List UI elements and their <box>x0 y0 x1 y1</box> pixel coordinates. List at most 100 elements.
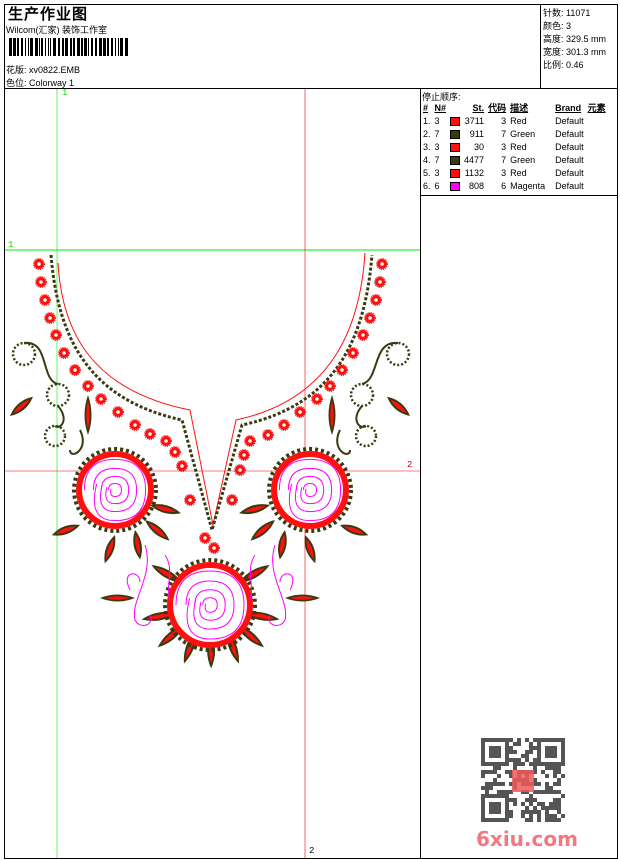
dot-center <box>188 498 192 502</box>
dot-center <box>315 397 319 401</box>
barcode-bar <box>120 38 123 56</box>
dot-center <box>351 351 355 355</box>
qr-module <box>493 762 497 766</box>
stop-row: 6. 6 808 6 Magenta Default <box>423 180 584 191</box>
leaf-motif <box>239 504 270 515</box>
barcode-bar <box>91 38 93 56</box>
qr-module <box>525 818 529 822</box>
qr-module <box>545 782 549 786</box>
barcode-bar <box>35 38 38 56</box>
qr-module <box>497 762 501 766</box>
qr-module <box>481 750 485 754</box>
guide-label-bottom-2: 2 <box>309 846 315 856</box>
barcode-bar <box>13 38 16 56</box>
leaf-motif <box>250 520 275 541</box>
qr-module <box>505 754 509 758</box>
qr-module <box>481 794 485 798</box>
col-stitches: St. <box>472 102 485 113</box>
qr-module <box>545 738 549 742</box>
qr-module <box>481 754 485 758</box>
qr-module <box>505 750 509 754</box>
qr-module <box>497 782 501 786</box>
qr-module <box>505 762 509 766</box>
qr-module <box>513 802 517 806</box>
qr-module <box>525 758 529 762</box>
qr-module <box>493 806 497 810</box>
qr-module <box>537 750 541 754</box>
qr-module <box>553 806 557 810</box>
qr-module <box>481 798 485 802</box>
qr-module <box>509 750 513 754</box>
qr-module <box>529 746 533 750</box>
qr-module <box>545 766 549 770</box>
qr-module <box>553 774 557 778</box>
qr-module <box>557 790 561 794</box>
page-title: 生产作业图 <box>8 6 89 23</box>
green-vine-loop <box>45 382 71 408</box>
qr-module <box>557 782 561 786</box>
barcode <box>9 38 128 56</box>
qr-module <box>493 770 497 774</box>
qr-module <box>485 794 489 798</box>
qr-module <box>529 742 533 746</box>
qr-module <box>557 802 561 806</box>
qr-module <box>501 738 505 742</box>
qr-module <box>545 750 549 754</box>
qr-module <box>557 738 561 742</box>
qr-module <box>489 750 493 754</box>
qr-module <box>553 738 557 742</box>
dot-center <box>266 433 270 437</box>
design-label: 花版: <box>6 65 27 75</box>
embroidery-design <box>10 252 411 669</box>
qr-module <box>553 766 557 770</box>
qr-module <box>541 762 545 766</box>
rosette-motif <box>163 558 257 652</box>
dot-center <box>380 262 384 266</box>
col-element: 元素 <box>587 103 606 113</box>
dot-center <box>378 280 382 284</box>
qr-module <box>545 746 549 750</box>
qr-module <box>481 806 485 810</box>
qr-module <box>537 802 541 806</box>
leaf-inner <box>148 523 166 538</box>
qr-module <box>493 802 497 806</box>
barcode-bar <box>39 38 40 56</box>
qr-module <box>489 782 493 786</box>
qr-module <box>529 802 533 806</box>
dot-center <box>282 423 286 427</box>
qr-module <box>517 758 521 762</box>
dot-center <box>62 351 66 355</box>
qr-module <box>489 762 493 766</box>
qr-module <box>513 758 517 762</box>
dot-center <box>203 536 207 540</box>
dot-center <box>86 384 90 388</box>
qr-module <box>549 754 553 758</box>
qr-module <box>549 802 553 806</box>
barcode-bar <box>30 38 33 56</box>
leaf-motif <box>285 594 320 602</box>
leaf-motif <box>51 524 80 536</box>
qr-module <box>545 762 549 766</box>
barcode-bar <box>17 38 19 56</box>
company-name: Wilcom(汇家) 装饰工作室 <box>6 25 107 35</box>
qr-module <box>481 810 485 814</box>
dot-center <box>37 262 41 266</box>
qr-module <box>493 738 497 742</box>
qr-module <box>537 814 541 818</box>
rosette-red-ring <box>271 451 349 529</box>
dot-center <box>43 298 47 302</box>
qr-module <box>501 762 505 766</box>
qr-module <box>493 810 497 814</box>
leaf-motif <box>133 530 142 560</box>
qr-module <box>481 802 485 806</box>
qr-module <box>501 794 505 798</box>
rosette-red-ring <box>76 451 154 529</box>
dot-center <box>148 432 152 436</box>
qr-module <box>545 774 549 778</box>
qr-module <box>557 770 561 774</box>
qr-module <box>481 738 485 742</box>
dot-center <box>212 546 216 550</box>
qr-module <box>549 750 553 754</box>
barcode-bar <box>84 38 87 56</box>
qr-module <box>557 798 561 802</box>
